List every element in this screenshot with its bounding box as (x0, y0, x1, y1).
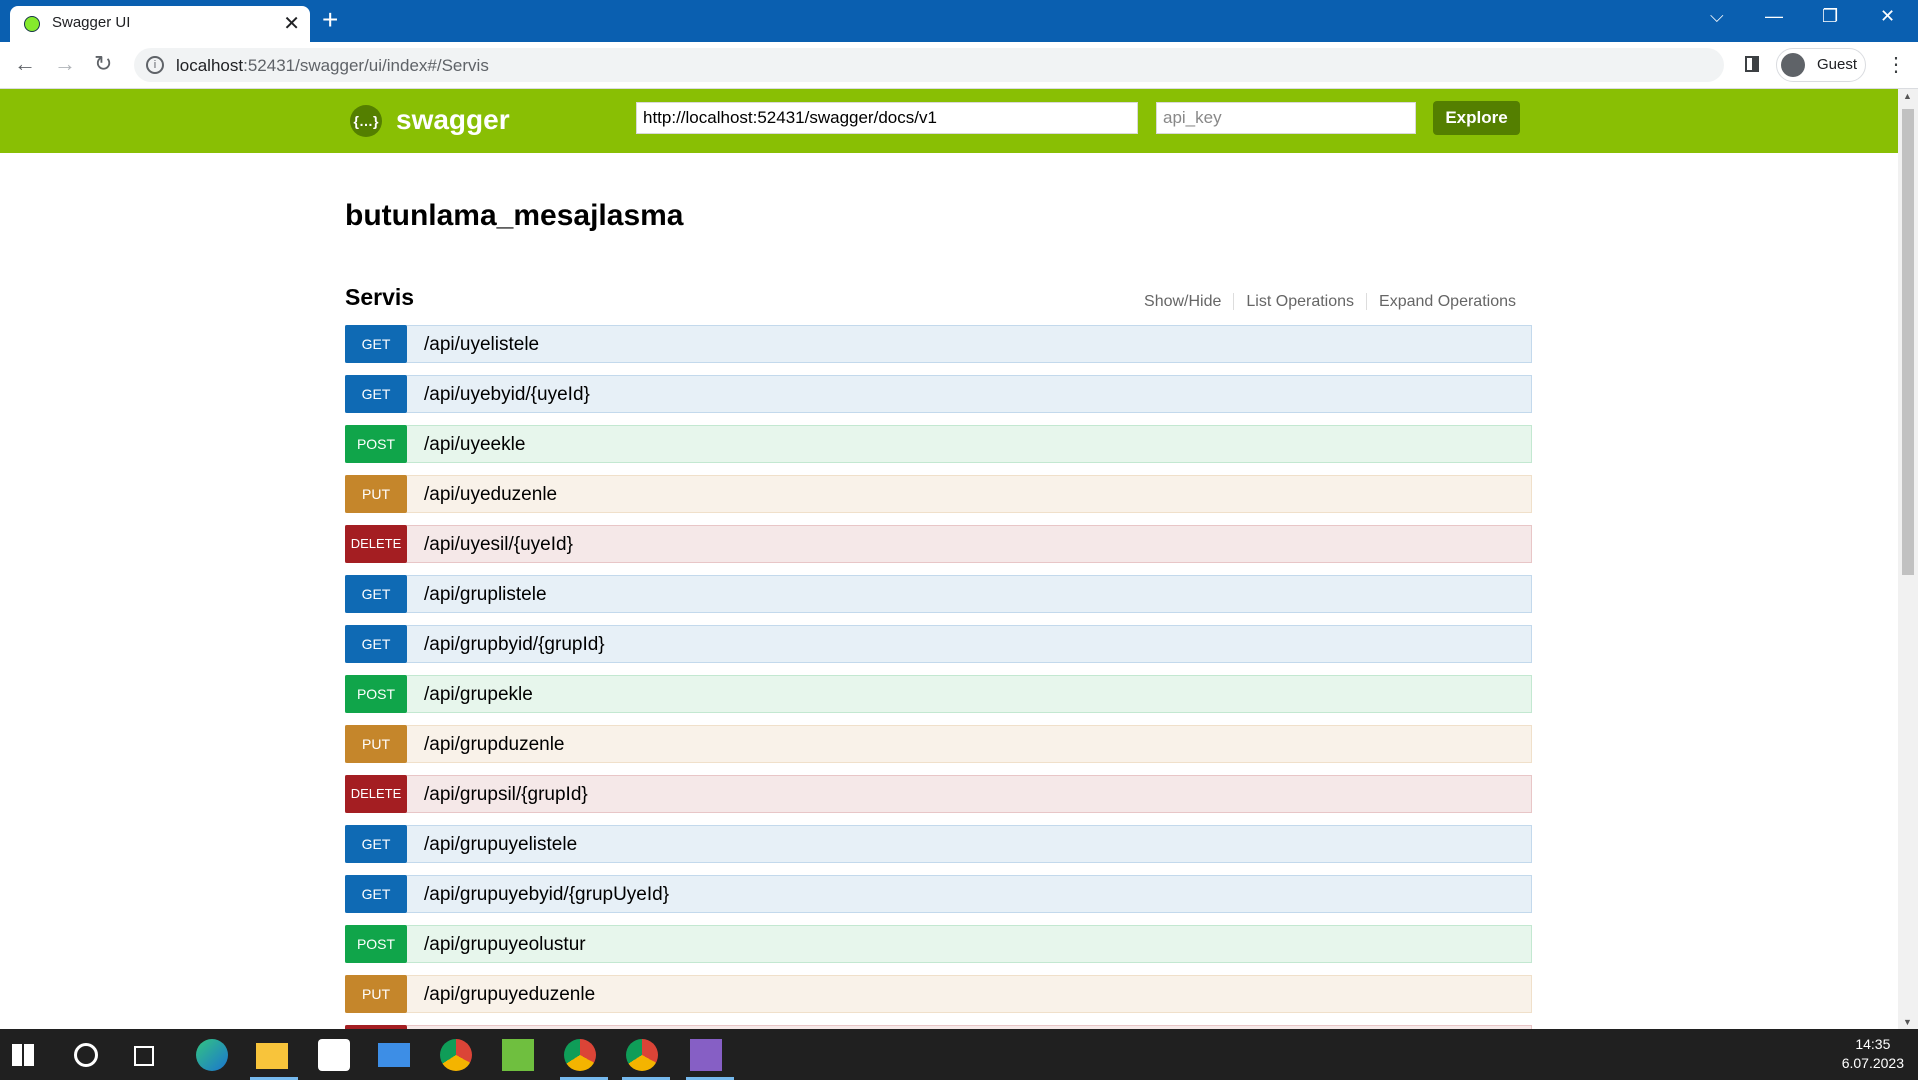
operation-path[interactable]: /api/grupbyid/{grupId} (424, 634, 605, 656)
scrollbar-thumb[interactable] (1902, 109, 1914, 575)
tab-close-icon[interactable]: ✕ (283, 11, 300, 36)
reload-icon[interactable]: ↻ (94, 51, 112, 77)
http-method-badge[interactable]: DELETE (345, 775, 407, 813)
operation-path[interactable]: /api/uyelistele (424, 334, 539, 356)
minimize-button[interactable]: — (1765, 6, 1783, 27)
windows-taskbar: 14:35 6.07.2023 (0, 1029, 1918, 1080)
operation-row[interactable]: GET/api/gruplistele (345, 575, 1532, 613)
system-clock[interactable]: 14:35 6.07.2023 (1842, 1035, 1904, 1073)
notepad-icon[interactable] (502, 1039, 534, 1071)
file-explorer-icon[interactable] (256, 1043, 288, 1069)
http-method-badge[interactable]: GET (345, 325, 407, 363)
operation-path[interactable]: /api/grupuyeduzenle (424, 984, 595, 1006)
http-method-badge[interactable]: POST (345, 675, 407, 713)
api-title: butunlama_mesajlasma (345, 199, 684, 232)
http-method-badge[interactable]: PUT (345, 975, 407, 1013)
operation-row[interactable]: DELETE/api/uyesil/{uyeId} (345, 525, 1532, 563)
operation-row[interactable]: POST/api/grupekle (345, 675, 1532, 713)
operation-path[interactable]: /api/grupekle (424, 684, 533, 706)
operation-path[interactable]: /api/gruplistele (424, 584, 547, 606)
swagger-brand[interactable]: swagger (396, 104, 510, 136)
operation-row[interactable]: POST/api/uyeekle (345, 425, 1532, 463)
swagger-header: {…} swagger Explore (0, 89, 1898, 153)
operation-row[interactable]: POST/api/grupuyeolustur (345, 925, 1532, 963)
operation-path[interactable]: /api/grupuyeolustur (424, 934, 586, 956)
new-tab-button[interactable]: + (322, 6, 338, 34)
url-text[interactable]: localhost:52431/swagger/ui/index#/Servis (176, 56, 489, 76)
operation-row[interactable]: GET/api/uyelistele (345, 325, 1532, 363)
chrome-icon[interactable] (626, 1039, 658, 1071)
operation-path[interactable]: /api/uyebyid/{uyeId} (424, 384, 590, 406)
operation-path[interactable]: /api/uyeekle (424, 434, 525, 456)
http-method-badge[interactable]: GET (345, 625, 407, 663)
tab-title: Swagger UI (52, 14, 131, 31)
http-method-badge[interactable]: DELETE (345, 525, 407, 563)
api-key-input[interactable] (1156, 102, 1416, 134)
visual-studio-icon[interactable] (690, 1039, 722, 1071)
operations-list: GET/api/uyelistele GET/api/uyebyid/{uyeId… (345, 325, 1532, 1029)
swagger-logo-icon: {…} (350, 105, 382, 137)
list-operations-link[interactable]: List Operations (1233, 293, 1367, 310)
swagger-favicon-icon (24, 16, 40, 32)
operation-row[interactable]: PUT/api/grupuyeduzenle (345, 975, 1532, 1013)
resource-name[interactable]: Servis (345, 284, 414, 311)
operation-path[interactable]: /api/grupuyebyid/{grupUyeId} (424, 884, 669, 906)
store-icon[interactable] (318, 1039, 350, 1071)
edge-icon[interactable] (196, 1039, 228, 1071)
back-icon[interactable]: ← (14, 51, 36, 77)
page-scrollbar[interactable]: ▲ ▼ (1898, 89, 1918, 1029)
address-bar[interactable]: i localhost:52431/swagger/ui/index#/Serv… (134, 48, 1724, 82)
chrome-icon[interactable] (564, 1039, 596, 1071)
browser-tab[interactable]: Swagger UI ✕ (10, 6, 310, 42)
expand-operations-link[interactable]: Expand Operations (1366, 293, 1528, 310)
http-method-badge[interactable]: GET (345, 825, 407, 863)
operation-row[interactable]: GET/api/uyebyid/{uyeId} (345, 375, 1532, 413)
mail-icon[interactable] (378, 1043, 410, 1067)
operation-row[interactable]: GET/api/grupuyebyid/{grupUyeId} (345, 875, 1532, 913)
chrome-icon[interactable] (440, 1039, 472, 1071)
operation-row[interactable]: GET/api/grupbyid/{grupId} (345, 625, 1532, 663)
operation-row[interactable]: PUT/api/uyeduzenle (345, 475, 1532, 513)
clock-date: 6.07.2023 (1841, 1055, 1904, 1071)
side-panel-icon[interactable] (1745, 56, 1759, 72)
operation-path[interactable]: /api/uyeduzenle (424, 484, 557, 506)
http-method-badge[interactable]: PUT (345, 475, 407, 513)
profile-button[interactable]: Guest (1776, 48, 1866, 82)
scroll-down-icon[interactable]: ▼ (1903, 1017, 1912, 1027)
forward-icon[interactable]: → (54, 51, 76, 77)
operation-row[interactable]: PUT/api/grupduzenle (345, 725, 1532, 763)
browser-toolbar: ← → ↻ i localhost:52431/swagger/ui/index… (0, 42, 1918, 89)
profile-label: Guest (1817, 56, 1858, 73)
restore-button[interactable]: ❐ (1822, 6, 1838, 27)
show-hide-link[interactable]: Show/Hide (1132, 293, 1233, 310)
clock-time: 14:35 (1855, 1036, 1891, 1052)
http-method-badge[interactable]: POST (345, 925, 407, 963)
scroll-up-icon[interactable]: ▲ (1903, 91, 1912, 101)
http-method-badge[interactable]: PUT (345, 725, 407, 763)
explore-button[interactable]: Explore (1433, 101, 1520, 135)
operation-path[interactable]: /api/uyesil/{uyeId} (424, 534, 573, 556)
spec-url-input[interactable] (636, 102, 1138, 134)
avatar-icon (1781, 53, 1805, 77)
http-method-badge[interactable]: GET (345, 575, 407, 613)
tab-search-icon[interactable]: ⌵ (1710, 6, 1724, 27)
operation-path[interactable]: /api/grupsil/{grupId} (424, 784, 588, 806)
site-info-icon[interactable]: i (146, 56, 164, 74)
page-viewport: {…} swagger Explore butunlama_mesajlasma… (0, 89, 1898, 1029)
resource-links: Show/Hide List Operations Expand Operation… (1132, 293, 1528, 311)
http-method-badge[interactable]: POST (345, 425, 407, 463)
http-method-badge[interactable]: GET (345, 875, 407, 913)
close-window-button[interactable]: ✕ (1880, 6, 1895, 27)
operation-path[interactable]: /api/grupuyelistele (424, 834, 577, 856)
operation-path[interactable]: /api/grupduzenle (424, 734, 565, 756)
http-method-badge[interactable]: GET (345, 375, 407, 413)
windows-start-icon[interactable] (12, 1044, 34, 1066)
browser-titlebar: Swagger UI ✕ + ⌵ — ❐ ✕ (0, 0, 1918, 42)
menu-kebab-icon[interactable]: ⋮ (1886, 52, 1906, 77)
search-icon[interactable] (74, 1043, 98, 1067)
task-view-icon[interactable] (134, 1046, 154, 1066)
operation-row[interactable]: DELETE/api/grupsil/{grupId} (345, 775, 1532, 813)
operation-row[interactable]: GET/api/grupuyelistele (345, 825, 1532, 863)
